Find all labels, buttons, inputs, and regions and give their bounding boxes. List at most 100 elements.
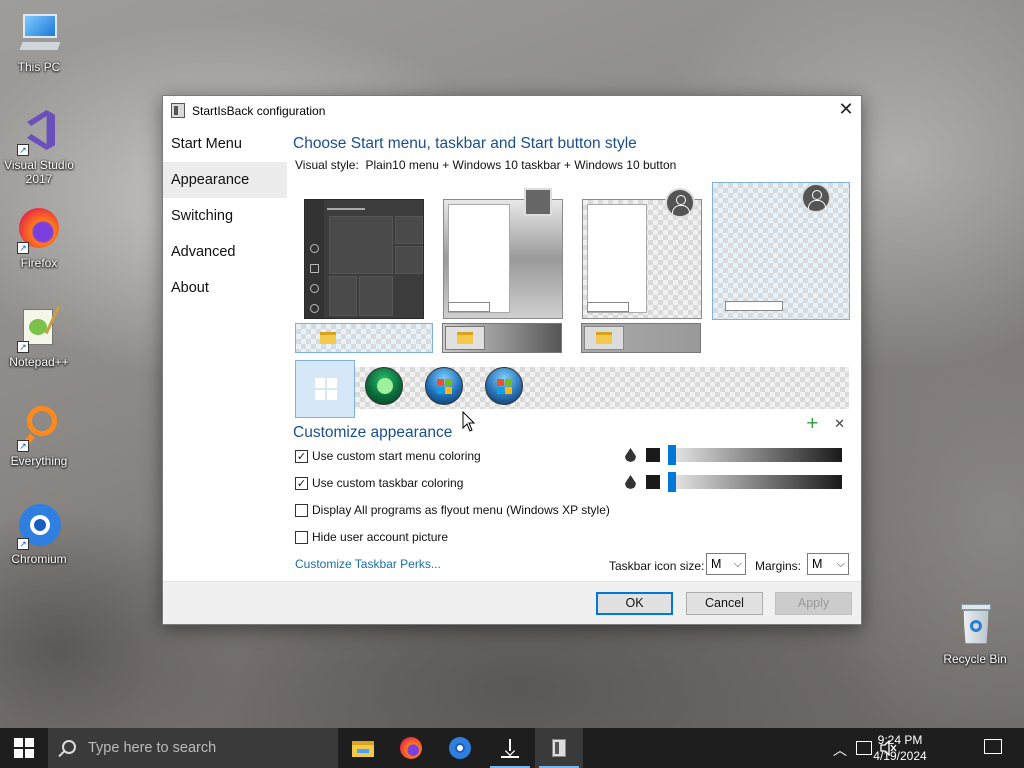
taskbar-clock[interactable]: 9:24 PM 4/19/2024	[860, 732, 940, 764]
desktop-icon-everything[interactable]: ↗ Everything	[0, 404, 79, 468]
dialog-titlebar[interactable]: StartIsBack configuration ✕	[163, 96, 861, 126]
color-swatch[interactable]	[646, 448, 660, 462]
desktop-icon-label: Chromium	[11, 552, 67, 566]
color-swatch[interactable]	[646, 475, 660, 489]
shortcut-arrow-icon: ↗	[17, 144, 29, 156]
transparency-slider[interactable]	[668, 472, 842, 492]
computer-icon	[15, 10, 63, 58]
taskbar-app-downloads[interactable]	[486, 728, 534, 768]
desktop-icon-firefox[interactable]: ↗ Firefox	[0, 206, 79, 270]
desktop-icon-chromium[interactable]: ↗ Chromium	[0, 502, 79, 566]
margins-select[interactable]: M ⌵	[807, 553, 849, 575]
nav-item-appearance[interactable]: Appearance	[163, 162, 287, 198]
clock-time: 9:24 PM	[877, 733, 923, 747]
startisback-config-icon	[548, 737, 570, 759]
clover-icon	[377, 378, 393, 394]
desktop-icon-label: Firefox	[20, 256, 58, 270]
menu-style-plain10-selected[interactable]	[712, 182, 850, 320]
windows-flag-icon	[497, 379, 513, 395]
appearance-panel: Choose Start menu, taskbar and Start but…	[293, 126, 850, 586]
checkbox-label: Use custom taskbar coloring	[312, 476, 464, 490]
start-button-clover-orb[interactable]	[365, 367, 403, 405]
shortcut-arrow-icon: ↗	[17, 538, 29, 550]
visual-style-value: Plain10 menu + Windows 10 taskbar + Wind…	[365, 158, 677, 172]
ok-button[interactable]: OK	[596, 592, 673, 615]
apply-button[interactable]: Apply	[775, 592, 852, 615]
select-value: M	[711, 557, 722, 571]
chromium-icon	[449, 737, 471, 759]
nav-item-about[interactable]: About	[163, 270, 287, 306]
avatar-icon	[665, 188, 695, 218]
dialog-title: StartIsBack configuration	[192, 104, 326, 118]
checkbox-box[interactable]: ✓	[295, 476, 308, 490]
taskbar-app-file-explorer[interactable]	[339, 728, 387, 768]
checkbox-hide-user-picture[interactable]: Hide user account picture	[295, 530, 448, 544]
desktop-icon-recycle-bin[interactable]: Recycle Bin	[935, 602, 1015, 666]
menu-style-windows7[interactable]	[443, 188, 563, 319]
nav-item-advanced[interactable]: Advanced	[163, 234, 287, 270]
settings-nav: Start Menu Appearance Switching Advanced…	[163, 126, 287, 306]
start-button-windows10-selected[interactable]	[295, 360, 355, 418]
taskbar-style-windows7[interactable]	[442, 323, 562, 353]
recycle-bin-icon	[951, 602, 999, 650]
menu-style-windows10[interactable]	[304, 199, 424, 319]
taskbar-style-windows10-selected[interactable]	[295, 323, 433, 353]
desktop-icon-visual-studio[interactable]: ↗ Visual Studio 2017	[0, 108, 79, 186]
taskbar-app-chromium[interactable]	[436, 728, 484, 768]
strip-tools: + ✕	[796, 413, 845, 432]
start-button[interactable]	[0, 728, 48, 768]
gear-icon	[310, 284, 319, 293]
chromium-icon: ↗	[15, 502, 63, 550]
power-icon	[310, 304, 319, 313]
nav-item-start-menu[interactable]: Start Menu	[163, 126, 287, 162]
desktop-icon-label: Notepad++	[9, 355, 69, 369]
menu-style-plain8[interactable]	[582, 188, 702, 319]
startisback-app-icon	[171, 103, 185, 118]
visual-studio-icon: ↗	[15, 108, 63, 156]
taskbar-icon-size-select[interactable]: M ⌵	[706, 553, 746, 575]
desktop-icon-notepad-plus-plus[interactable]: ↗ Notepad++	[0, 305, 79, 369]
desktop-icon-this-pc[interactable]: This PC	[0, 10, 79, 74]
close-button[interactable]: ✕	[831, 96, 861, 126]
checkbox-custom-start-menu-coloring[interactable]: ✓ Use custom start menu coloring	[295, 449, 481, 463]
dialog-footer: OK Cancel Apply	[163, 581, 861, 624]
checkbox-custom-taskbar-coloring[interactable]: ✓ Use custom taskbar coloring	[295, 476, 463, 490]
checkbox-label: Display All programs as flyout menu (Win…	[312, 503, 610, 517]
taskbar-color-row	[625, 472, 842, 492]
taskbar-app-firefox[interactable]	[387, 728, 435, 768]
nav-item-switching[interactable]: Switching	[163, 198, 287, 234]
download-icon	[499, 737, 521, 759]
checkbox-box[interactable]: ✓	[295, 449, 308, 463]
slider-thumb[interactable]	[668, 445, 676, 465]
transparency-slider[interactable]	[668, 445, 842, 465]
remove-icon[interactable]: ✕	[834, 417, 845, 432]
windows-logo-icon	[315, 378, 337, 400]
folder-icon	[596, 332, 612, 344]
file-explorer-icon	[352, 737, 374, 759]
desktop-icon-label: This PC	[17, 60, 61, 74]
add-icon[interactable]: +	[806, 413, 819, 432]
customize-taskbar-perks-link[interactable]: Customize Taskbar Perks...	[295, 557, 441, 571]
startisback-config-dialog: StartIsBack configuration ✕ Start Menu A…	[162, 95, 862, 625]
folder-icon	[320, 332, 336, 344]
taskbar-app-startisback-config[interactable]	[535, 728, 583, 768]
start-button-windows-flag-orb[interactable]	[485, 367, 523, 405]
taskbar-style-plain8[interactable]	[581, 323, 701, 353]
show-hidden-icons-chevron[interactable]: ︿	[833, 740, 847, 760]
mouse-cursor-icon	[462, 411, 476, 432]
start-button-windows7-orb[interactable]	[425, 367, 463, 405]
cancel-button[interactable]: Cancel	[686, 592, 763, 615]
user-picture-icon	[524, 188, 552, 216]
slider-thumb[interactable]	[668, 472, 676, 492]
firefox-icon: ↗	[15, 206, 63, 254]
action-center-icon[interactable]	[984, 739, 1002, 754]
checkbox-label: Use custom start menu coloring	[312, 449, 481, 463]
checkbox-box[interactable]	[295, 503, 308, 517]
style-heading: Choose Start menu, taskbar and Start but…	[293, 135, 637, 152]
checkbox-flyout-all-programs[interactable]: Display All programs as flyout menu (Win…	[295, 503, 610, 517]
visual-style-label: Visual style:	[295, 158, 359, 172]
everything-search-icon: ↗	[15, 404, 63, 452]
checkbox-box[interactable]	[295, 530, 308, 544]
notepad-plus-plus-icon: ↗	[15, 305, 63, 353]
taskbar-search-box[interactable]: Type here to search	[48, 728, 338, 768]
